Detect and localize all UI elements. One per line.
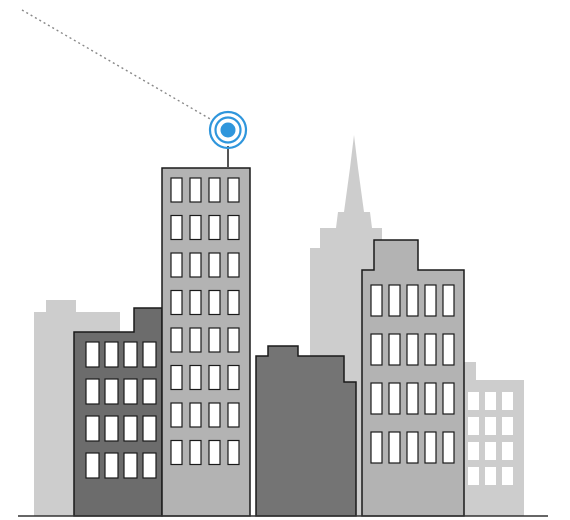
window bbox=[485, 442, 496, 460]
city-skyline-illustration bbox=[18, 9, 548, 517]
window bbox=[208, 289, 221, 316]
window bbox=[208, 252, 221, 278]
window bbox=[189, 364, 202, 391]
window bbox=[468, 467, 479, 485]
window bbox=[485, 392, 496, 410]
window bbox=[170, 439, 183, 466]
window bbox=[170, 402, 183, 428]
window bbox=[442, 382, 455, 415]
window bbox=[170, 364, 183, 391]
window bbox=[227, 177, 240, 203]
window bbox=[104, 415, 119, 442]
window bbox=[208, 439, 221, 466]
window bbox=[104, 378, 119, 405]
window bbox=[227, 439, 240, 466]
window bbox=[208, 402, 221, 428]
window bbox=[104, 341, 119, 368]
window bbox=[442, 431, 455, 464]
window bbox=[227, 327, 240, 353]
window bbox=[370, 431, 383, 464]
window bbox=[208, 364, 221, 391]
window bbox=[208, 327, 221, 353]
window bbox=[406, 284, 419, 317]
window bbox=[189, 327, 202, 353]
window bbox=[123, 341, 138, 368]
window bbox=[502, 467, 513, 485]
window bbox=[424, 431, 437, 464]
window bbox=[468, 392, 479, 410]
window bbox=[406, 382, 419, 415]
window bbox=[142, 341, 157, 368]
window bbox=[442, 284, 455, 317]
window bbox=[227, 402, 240, 428]
signal-path-line bbox=[21, 9, 213, 121]
window bbox=[406, 333, 419, 366]
window bbox=[208, 177, 221, 203]
window bbox=[406, 431, 419, 464]
window bbox=[424, 333, 437, 366]
window bbox=[227, 364, 240, 391]
window bbox=[189, 439, 202, 466]
window bbox=[189, 252, 202, 278]
window bbox=[142, 452, 157, 479]
window bbox=[227, 289, 240, 316]
window bbox=[502, 392, 513, 410]
window bbox=[170, 289, 183, 316]
window bbox=[468, 442, 479, 460]
dark-building-middle bbox=[255, 345, 357, 517]
window bbox=[388, 333, 401, 366]
window bbox=[468, 417, 479, 435]
window bbox=[227, 214, 240, 241]
window bbox=[424, 284, 437, 317]
window bbox=[123, 415, 138, 442]
window bbox=[85, 452, 100, 479]
window bbox=[370, 382, 383, 415]
gray-building-right bbox=[361, 239, 465, 517]
window bbox=[142, 378, 157, 405]
window bbox=[189, 289, 202, 316]
window bbox=[370, 333, 383, 366]
window bbox=[104, 452, 119, 479]
window bbox=[485, 417, 496, 435]
window bbox=[388, 431, 401, 464]
window bbox=[208, 214, 221, 241]
window bbox=[170, 252, 183, 278]
window bbox=[85, 415, 100, 442]
window bbox=[502, 417, 513, 435]
window bbox=[170, 327, 183, 353]
window bbox=[370, 284, 383, 317]
window bbox=[123, 378, 138, 405]
window bbox=[424, 382, 437, 415]
window bbox=[189, 402, 202, 428]
window bbox=[170, 214, 183, 241]
window bbox=[502, 442, 513, 460]
window bbox=[142, 415, 157, 442]
window bbox=[85, 378, 100, 405]
signal-icon bbox=[208, 110, 248, 150]
window bbox=[85, 341, 100, 368]
window bbox=[227, 252, 240, 278]
dark-building-left bbox=[73, 307, 163, 517]
window bbox=[442, 333, 455, 366]
window bbox=[388, 284, 401, 317]
window bbox=[170, 177, 183, 203]
window bbox=[388, 382, 401, 415]
window bbox=[485, 467, 496, 485]
window bbox=[123, 452, 138, 479]
window bbox=[189, 177, 202, 203]
window bbox=[189, 214, 202, 241]
